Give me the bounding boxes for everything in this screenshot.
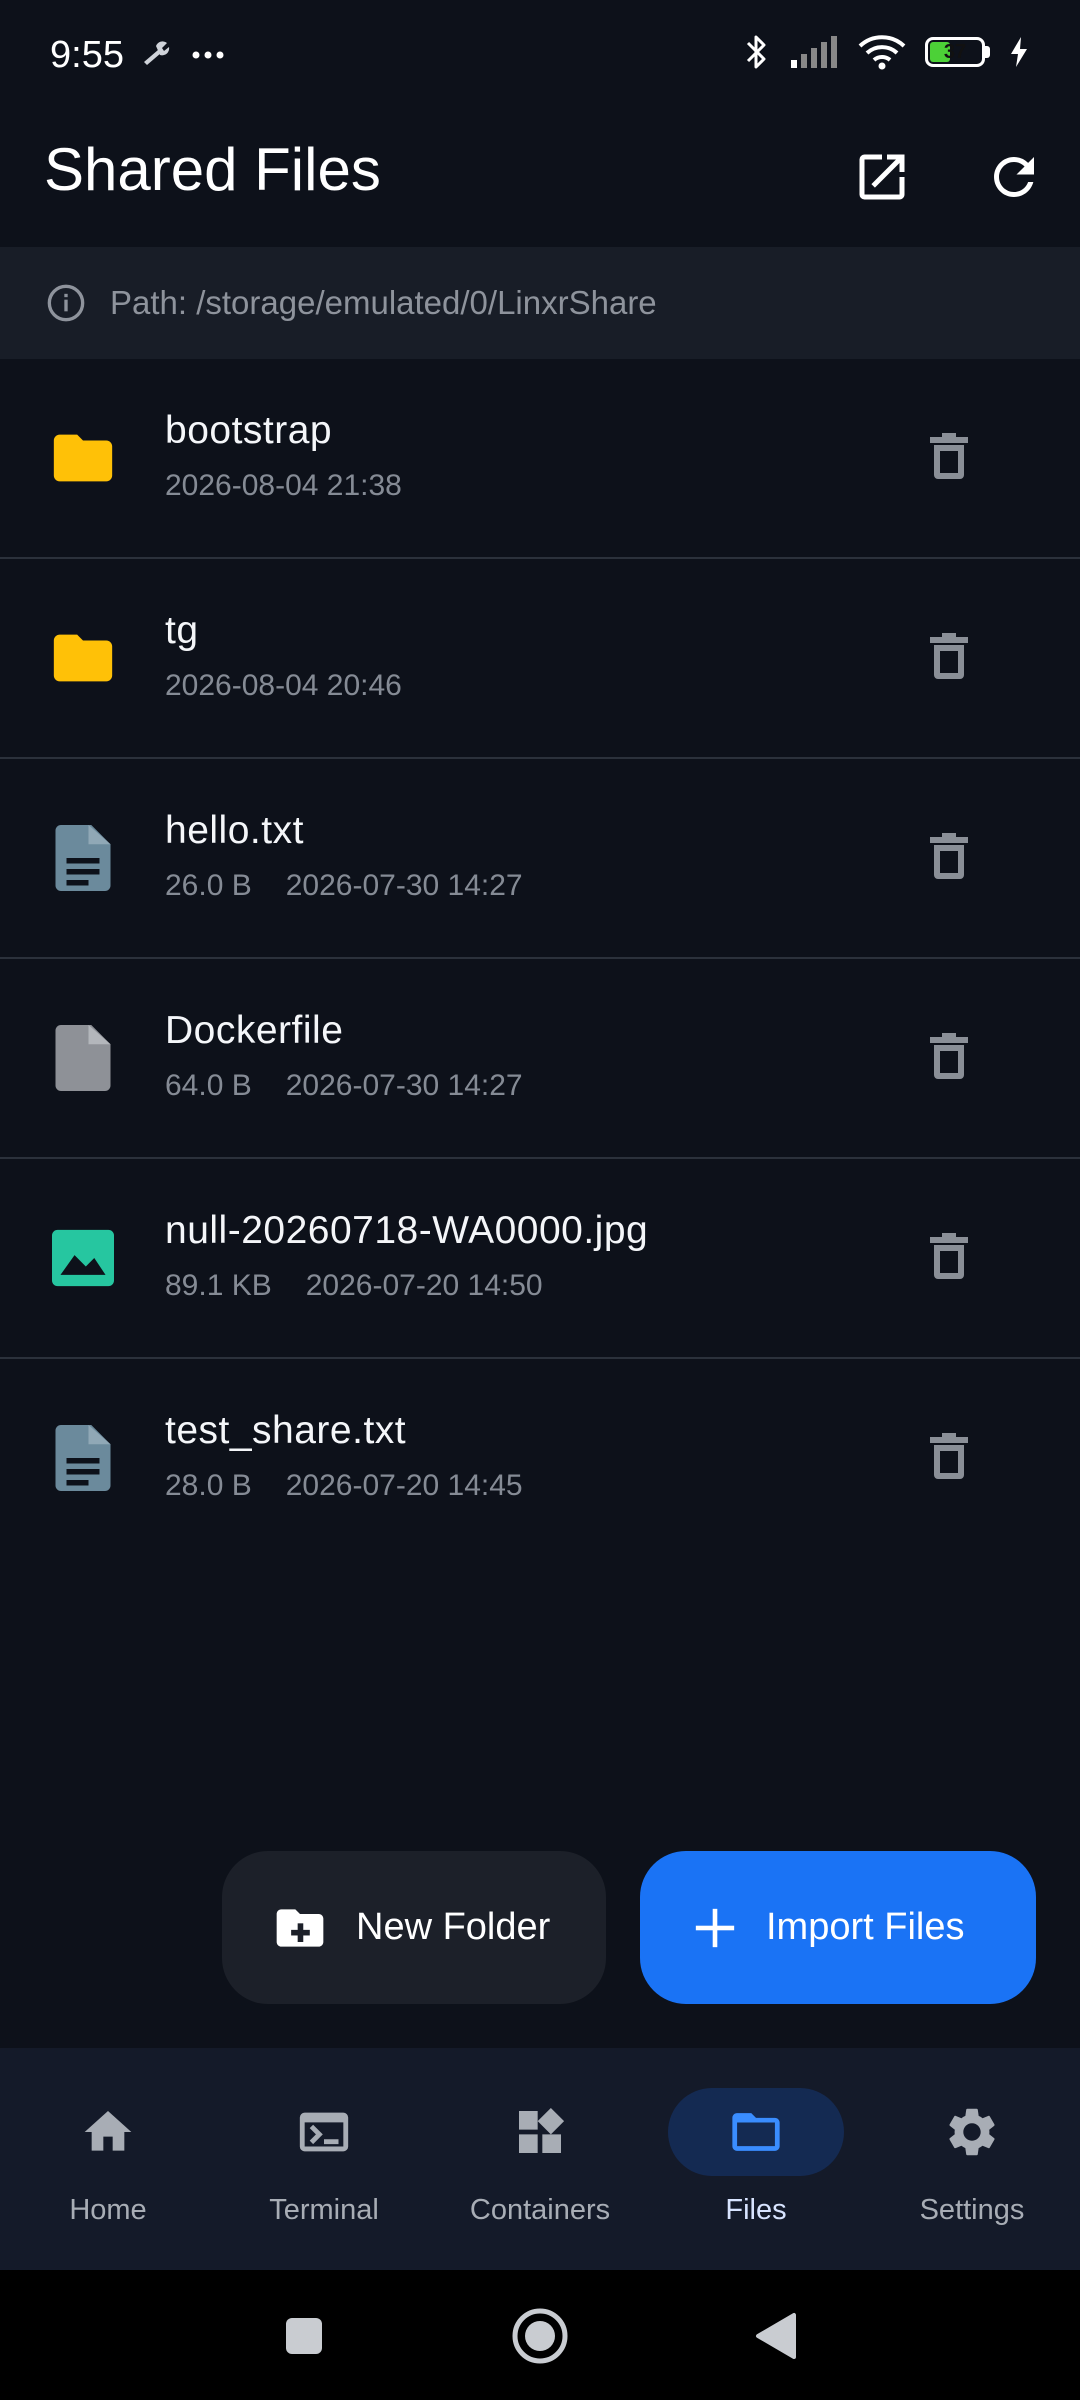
file-name: null-20260718-WA0000.jpg (165, 1209, 649, 1252)
file-row[interactable]: tg 2026-08-04 20:46 (0, 559, 1080, 759)
nav-item-home[interactable]: Home (0, 2048, 216, 2270)
nav-label: Files (725, 2194, 787, 2226)
file-size: 64.0 B (165, 1069, 252, 1102)
app-bar: Shared Files (0, 115, 1080, 247)
file-size: 26.0 B (165, 869, 252, 902)
plus-icon (695, 1908, 735, 1947)
file-size: 28.0 B (165, 1469, 252, 1502)
delete-button[interactable] (922, 1221, 976, 1291)
home-system-button[interactable] (500, 2298, 580, 2374)
terminal-icon (299, 2112, 349, 2152)
file-row[interactable]: null-20260718-WA0000.jpg 89.1 KB 2026-07-… (0, 1159, 1080, 1359)
trash-icon (930, 833, 968, 879)
file-name: hello.txt (165, 809, 304, 852)
status-time: 9:55 (50, 34, 124, 76)
info-icon (47, 284, 85, 322)
system-nav-bar (0, 2270, 1080, 2400)
file-modified: 2026-07-30 14:27 (285, 1069, 523, 1102)
import-files-button[interactable]: Import Files (640, 1851, 1036, 2004)
nav-label: Terminal (269, 2194, 379, 2226)
battery-level: 37 (943, 41, 967, 63)
file-modified: 2026-08-04 21:38 (165, 469, 402, 502)
gear-icon (949, 2108, 995, 2156)
file-name: Dockerfile (165, 1009, 344, 1052)
file-modified: 2026-07-20 14:45 (285, 1469, 523, 1502)
bluetooth-icon (746, 35, 766, 69)
status-right-icons: 37 (743, 32, 1030, 72)
path-text: Path: /storage/emulated/0/LinxrShare (110, 284, 657, 321)
home-icon (84, 2111, 132, 2151)
nav-item-containers[interactable]: Containers (432, 2048, 648, 2270)
text-file-icon (48, 823, 118, 893)
file-row[interactable]: bootstrap 2026-08-04 21:38 (0, 359, 1080, 559)
nav-label: Home (69, 2194, 147, 2226)
folder-icon (48, 623, 118, 693)
open-external-button[interactable] (842, 137, 922, 217)
trash-icon (930, 633, 968, 679)
trash-icon (930, 433, 968, 479)
signal-icon (791, 36, 837, 68)
refresh-icon (994, 157, 1034, 197)
containers-icon (519, 2107, 565, 2153)
circle-icon (512, 2308, 568, 2364)
delete-button[interactable] (922, 421, 976, 491)
trash-icon (930, 1233, 968, 1279)
file-row[interactable]: Dockerfile 64.0 B 2026-07-30 14:27 (0, 959, 1080, 1159)
text-file-icon (48, 1423, 118, 1493)
charging-icon (1011, 37, 1027, 67)
file-icon (48, 1023, 118, 1093)
path-bar: Path: /storage/emulated/0/LinxrShare (0, 247, 1080, 359)
folder-icon (732, 2113, 780, 2151)
status-bar: 9:55 37 (0, 0, 1080, 115)
more-dots-icon (192, 51, 224, 59)
file-name: bootstrap (165, 409, 333, 452)
create-folder-icon (276, 1908, 324, 1947)
new-folder-label: New Folder (356, 1906, 551, 1948)
file-modified: 2026-07-20 14:50 (305, 1269, 543, 1302)
wifi-icon (858, 35, 906, 70)
wrench-icon (144, 41, 170, 65)
trash-icon (930, 1033, 968, 1079)
file-meta: 89.1 KB 2026-07-20 14:50 (165, 1269, 543, 1303)
file-modified: 2026-08-04 20:46 (165, 669, 402, 702)
recent-apps-button[interactable] (264, 2298, 344, 2374)
file-name: test_share.txt (165, 1409, 407, 1452)
file-meta: 28.0 B 2026-07-20 14:45 (165, 1469, 523, 1503)
back-button[interactable] (735, 2298, 815, 2374)
folder-icon (48, 423, 118, 493)
bottom-nav: Home Terminal Containers Files Settings (0, 2048, 1080, 2270)
file-meta: 2026-08-04 20:46 (165, 669, 402, 703)
file-modified: 2026-07-30 14:27 (285, 869, 523, 902)
refresh-button[interactable] (974, 137, 1054, 217)
file-meta: 64.0 B 2026-07-30 14:27 (165, 1069, 523, 1103)
file-row[interactable]: test_share.txt 28.0 B 2026-07-20 14:45 (0, 1359, 1080, 1559)
delete-button[interactable] (922, 821, 976, 891)
file-row[interactable]: hello.txt 26.0 B 2026-07-30 14:27 (0, 759, 1080, 959)
file-size: 89.1 KB (165, 1269, 272, 1302)
nav-label: Containers (469, 2194, 611, 2226)
file-meta: 26.0 B 2026-07-30 14:27 (165, 869, 523, 903)
new-folder-button[interactable]: New Folder (222, 1851, 606, 2004)
page-title: Shared Files (44, 136, 381, 203)
nav-item-settings[interactable]: Settings (864, 2048, 1080, 2270)
nav-item-terminal[interactable]: Terminal (216, 2048, 432, 2270)
nav-item-files[interactable]: Files (648, 2048, 864, 2270)
square-icon (286, 2318, 322, 2354)
back-triangle-icon (756, 2313, 796, 2359)
file-list: bootstrap 2026-08-04 21:38 tg 2026-08-04… (0, 359, 1080, 1559)
file-meta: 2026-08-04 21:38 (165, 469, 402, 503)
nav-label: Settings (919, 2194, 1025, 2226)
trash-icon (930, 1433, 968, 1479)
file-name: tg (165, 609, 199, 652)
delete-button[interactable] (922, 621, 976, 691)
battery-icon: 37 (925, 37, 985, 67)
open-external-icon (859, 154, 905, 200)
import-files-label: Import Files (766, 1906, 965, 1948)
image-file-icon (48, 1223, 118, 1293)
delete-button[interactable] (922, 1421, 976, 1491)
status-left-icons (140, 38, 230, 73)
delete-button[interactable] (922, 1021, 976, 1091)
